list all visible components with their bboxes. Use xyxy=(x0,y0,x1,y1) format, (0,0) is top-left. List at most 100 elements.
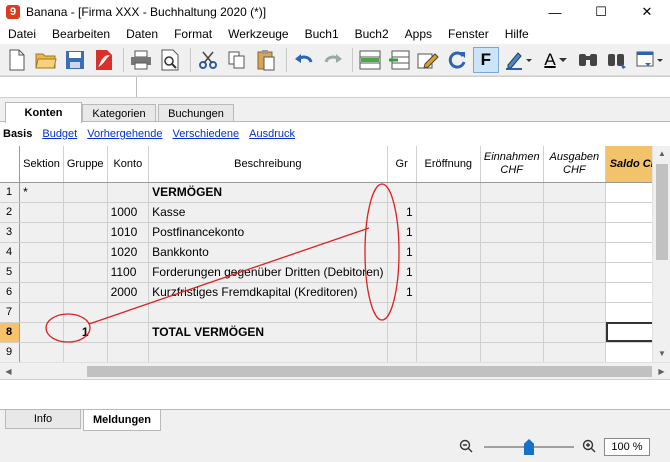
scroll-down-icon[interactable]: ▼ xyxy=(653,346,670,362)
cell-sektion[interactable] xyxy=(19,342,64,363)
cell-beschreibung[interactable] xyxy=(148,342,388,363)
cell-einnahmen[interactable] xyxy=(480,342,544,363)
cell-eroeffnung[interactable] xyxy=(416,262,481,283)
cell-ausgaben[interactable] xyxy=(543,262,607,283)
tab-buchungen[interactable]: Buchungen xyxy=(158,104,234,122)
col-header-eroeffnung[interactable]: Eröffnung xyxy=(416,146,481,183)
copy-icon[interactable] xyxy=(224,47,250,73)
print-icon[interactable] xyxy=(128,47,154,73)
highlight-pen-icon[interactable] xyxy=(502,47,536,73)
col-header-gruppe[interactable]: Gruppe xyxy=(63,146,108,183)
cell-einnahmen[interactable] xyxy=(480,222,544,243)
formula-bar[interactable] xyxy=(0,76,670,98)
cell-konto[interactable]: 1020 xyxy=(107,242,150,263)
undo-icon[interactable] xyxy=(291,47,317,73)
cell-einnahmen[interactable] xyxy=(480,242,544,263)
menu-fenster[interactable]: Fenster xyxy=(440,24,497,44)
horizontal-scroll-thumb[interactable] xyxy=(87,366,652,377)
table-row[interactable]: 8 1 TOTAL VERMÖGEN xyxy=(0,322,670,343)
row-number[interactable]: 5 xyxy=(0,262,21,283)
cell-konto[interactable]: 1100 xyxy=(107,262,150,283)
cell-ausgaben[interactable] xyxy=(543,202,607,223)
table-row[interactable]: 3 1010 Postfinancekonto 1 xyxy=(0,222,670,243)
zoom-out-icon[interactable] xyxy=(459,439,473,453)
cell-gr[interactable]: 1 xyxy=(387,262,417,283)
view-budget[interactable]: Budget xyxy=(42,128,77,140)
cell-eroeffnung[interactable] xyxy=(416,322,481,343)
vertical-scrollbar[interactable]: ▲ ▼ xyxy=(652,146,670,362)
table-row[interactable]: 9 xyxy=(0,342,670,363)
menu-format[interactable]: Format xyxy=(166,24,220,44)
horizontal-scrollbar[interactable]: ◀ ▶ xyxy=(0,362,670,379)
cell-sektion[interactable] xyxy=(19,282,64,303)
minimize-button[interactable]: — xyxy=(532,0,578,24)
cell-konto[interactable] xyxy=(107,302,150,323)
cell-sektion[interactable] xyxy=(19,302,64,323)
edit-pencil-icon[interactable] xyxy=(415,47,441,73)
view-vorhergehende[interactable]: Vorhergehende xyxy=(87,128,162,140)
vertical-scroll-thumb[interactable] xyxy=(656,164,668,260)
cell-gruppe[interactable] xyxy=(63,342,108,363)
cell-sektion[interactable] xyxy=(19,222,64,243)
cell-ausgaben[interactable] xyxy=(543,242,607,263)
cell-eroeffnung[interactable] xyxy=(416,242,481,263)
cell-ausgaben[interactable] xyxy=(543,322,607,343)
maximize-button[interactable]: ☐ xyxy=(578,0,624,24)
table-row[interactable]: 2 1000 Kasse 1 xyxy=(0,202,670,223)
find-icon[interactable] xyxy=(575,47,601,73)
cell-sektion[interactable]: * xyxy=(19,182,64,203)
tab-meldungen[interactable]: Meldungen xyxy=(83,410,161,431)
cell-gruppe[interactable] xyxy=(63,202,108,223)
cell-beschreibung[interactable]: Postfinancekonto xyxy=(148,222,388,243)
cell-eroeffnung[interactable] xyxy=(416,182,481,203)
cell-beschreibung[interactable]: VERMÖGEN xyxy=(148,182,388,203)
cell-gr[interactable]: 1 xyxy=(387,202,417,223)
row-number[interactable]: 9 xyxy=(0,342,21,363)
cell-sektion[interactable] xyxy=(19,322,64,343)
zoom-slider-thumb[interactable] xyxy=(524,439,534,455)
tab-info[interactable]: Info xyxy=(5,410,81,429)
cell-eroeffnung[interactable] xyxy=(416,202,481,223)
cell-beschreibung[interactable]: Bankkonto xyxy=(148,242,388,263)
cell-gruppe[interactable] xyxy=(63,262,108,283)
cell-ausgaben[interactable] xyxy=(543,182,607,203)
cell-ausgaben[interactable] xyxy=(543,282,607,303)
scroll-left-icon[interactable]: ◀ xyxy=(0,363,17,380)
cell-beschreibung[interactable]: Forderungen gegenüber Dritten (Debitoren… xyxy=(148,262,388,283)
cell-ausgaben[interactable] xyxy=(543,222,607,243)
cell-gr[interactable] xyxy=(387,302,417,323)
menu-daten[interactable]: Daten xyxy=(118,24,166,44)
window-switch-icon[interactable] xyxy=(633,47,667,73)
print-preview-icon[interactable] xyxy=(157,47,183,73)
row-number[interactable]: 6 xyxy=(0,282,21,303)
table-row[interactable]: 5 1100 Forderungen gegenüber Dritten (Debi… xyxy=(0,262,670,283)
cell-konto[interactable]: 1000 xyxy=(107,202,150,223)
delete-rows-icon[interactable] xyxy=(386,47,412,73)
font-color-button[interactable]: A xyxy=(539,47,573,73)
cell-eroeffnung[interactable] xyxy=(416,342,481,363)
cell-gr[interactable] xyxy=(387,342,417,363)
cell-konto[interactable] xyxy=(107,182,150,203)
cell-beschreibung[interactable]: Kasse xyxy=(148,202,388,223)
table-row[interactable]: 7 xyxy=(0,302,670,323)
cell-gr[interactable]: 1 xyxy=(387,242,417,263)
menu-bearbeiten[interactable]: Bearbeiten xyxy=(44,24,118,44)
row-number[interactable]: 4 xyxy=(0,242,21,263)
cell-sektion[interactable] xyxy=(19,202,64,223)
cell-einnahmen[interactable] xyxy=(480,182,544,203)
cell-gr[interactable] xyxy=(387,322,417,343)
redo-icon[interactable] xyxy=(320,47,346,73)
cell-ausgaben[interactable] xyxy=(543,342,607,363)
view-basis[interactable]: Basis xyxy=(3,128,32,140)
cell-ausgaben[interactable] xyxy=(543,302,607,323)
cell-konto[interactable]: 2000 xyxy=(107,282,150,303)
bold-button[interactable]: F xyxy=(472,46,499,73)
cell-eroeffnung[interactable] xyxy=(416,302,481,323)
paste-icon[interactable] xyxy=(253,47,279,73)
close-button[interactable]: ✕ xyxy=(624,0,670,24)
row-number[interactable]: 2 xyxy=(0,202,21,223)
row-number[interactable]: 7 xyxy=(0,302,21,323)
cell-gr[interactable]: 1 xyxy=(387,282,417,303)
cell-sektion[interactable] xyxy=(19,242,64,263)
cell-einnahmen[interactable] xyxy=(480,322,544,343)
